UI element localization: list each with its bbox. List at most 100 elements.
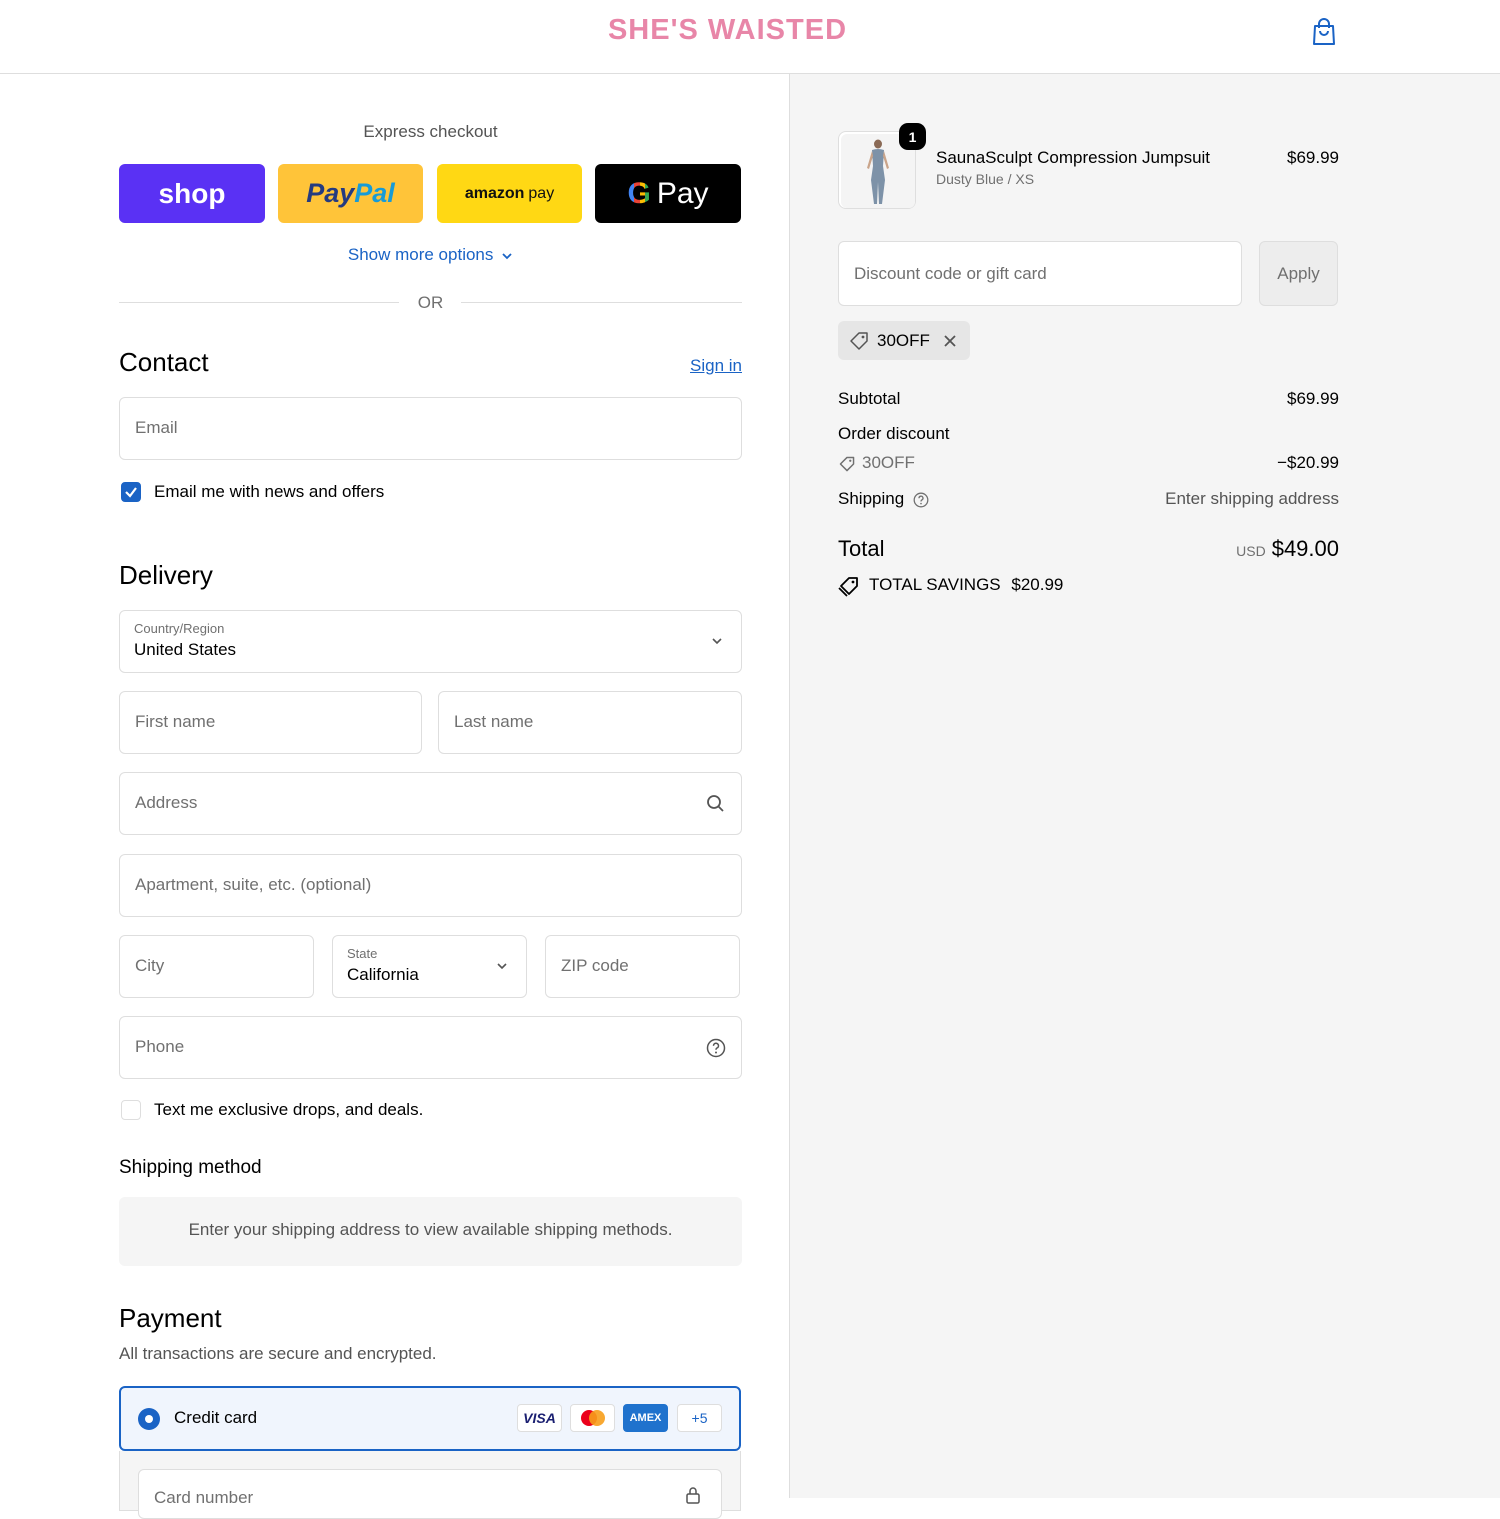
discount-code-label: 30OFF	[862, 453, 915, 472]
product-variant: Dusty Blue / XS	[936, 171, 1035, 187]
amex-icon: AMEX	[623, 1404, 668, 1432]
subtotal-value: $69.99	[1287, 389, 1339, 408]
credit-card-radio[interactable]	[138, 1408, 160, 1430]
help-circle-icon[interactable]	[706, 1038, 726, 1058]
country-label: Country/Region	[134, 621, 225, 636]
shipping-method-message: Enter your shipping address to view avai…	[188, 1220, 673, 1239]
phone-placeholder: Phone	[135, 1037, 185, 1056]
sms-checkbox[interactable]	[121, 1100, 141, 1120]
credit-card-label: Credit card	[174, 1408, 258, 1427]
show-more-label: Show more options	[347, 245, 494, 264]
help-circle-icon[interactable]	[913, 492, 929, 508]
chevron-down-icon	[712, 638, 722, 645]
country-select[interactable]: Country/Region United States	[119, 610, 742, 673]
shipping-method-notice: Enter your shipping address to view avai…	[119, 1197, 742, 1266]
savings-tag-icon	[838, 577, 858, 597]
address-placeholder: Address	[135, 793, 198, 812]
amazon-label: amazon	[464, 184, 525, 202]
tag-icon	[850, 332, 868, 350]
card-number-placeholder: Card number	[154, 1488, 254, 1507]
order-discount-label: Order discount	[838, 424, 950, 443]
total-value: $49.00	[1271, 536, 1339, 561]
amazon-pay-button[interactable]: amazon pay	[437, 164, 582, 223]
tag-icon	[839, 456, 855, 472]
product-thumbnail: 1	[838, 123, 926, 209]
discount-code-field[interactable]: Discount code or gift card	[838, 241, 1242, 306]
lock-icon	[686, 1487, 700, 1504]
paypal-label-b: Pal	[354, 178, 395, 208]
shopping-bag-icon[interactable]	[1310, 17, 1338, 47]
payment-heading: Payment	[119, 1303, 222, 1333]
discount-value: −$20.99	[1277, 453, 1339, 472]
address-field[interactable]: Address	[119, 772, 742, 835]
total-savings: TOTAL SAVINGS $20.99	[869, 575, 1063, 595]
total-label: Total	[838, 536, 885, 561]
sms-checkbox-label: Text me exclusive drops, and deals.	[154, 1100, 424, 1119]
shop-pay-label: shop	[158, 177, 226, 209]
chevron-down-icon	[502, 252, 512, 259]
paypal-label-a: Pay	[306, 178, 355, 208]
visa-icon: VISA	[517, 1404, 562, 1432]
checkmark-icon	[125, 487, 137, 498]
shipping-label: Shipping	[838, 489, 905, 508]
email-field[interactable]: Email	[119, 397, 742, 460]
total-value-group: USD $49.00	[1236, 536, 1339, 562]
country-value: United States	[134, 640, 237, 659]
or-divider-text: OR	[417, 293, 444, 312]
shipping-value: Enter shipping address	[1165, 489, 1339, 508]
delivery-heading: Delivery	[119, 560, 213, 590]
currency-label: USD	[1236, 543, 1266, 559]
credit-card-option[interactable]: Credit card VISA AMEX +5	[119, 1386, 741, 1451]
apartment-field[interactable]: Apartment, suite, etc. (optional)	[119, 854, 742, 917]
chevron-down-icon	[497, 963, 507, 970]
state-select[interactable]: State California	[332, 935, 527, 998]
city-placeholder: City	[135, 956, 165, 975]
more-cards-badge: +5	[677, 1404, 722, 1432]
express-checkout-title: Express checkout	[363, 122, 498, 141]
divider-right	[461, 302, 742, 303]
show-more-options-link[interactable]: Show more options	[119, 245, 742, 265]
zip-placeholder: ZIP code	[561, 956, 629, 975]
phone-field[interactable]: Phone	[119, 1016, 742, 1079]
payment-subtitle: All transactions are secure and encrypte…	[119, 1344, 437, 1363]
store-logo[interactable]: SHE'S WAISTED	[0, 14, 1455, 47]
email-placeholder: Email	[135, 418, 178, 437]
subtotal-label: Subtotal	[838, 389, 901, 408]
search-icon	[707, 795, 724, 812]
quantity-badge: 1	[899, 123, 926, 150]
paypal-button[interactable]: Pay Pal	[278, 164, 423, 223]
first-name-placeholder: First name	[135, 712, 216, 731]
card-number-field[interactable]: Card number	[138, 1469, 722, 1519]
zip-field[interactable]: ZIP code	[545, 935, 740, 998]
card-details-section: Card number	[119, 1451, 741, 1519]
google-g-icon: G	[627, 176, 651, 210]
google-pay-label: Pay	[656, 176, 709, 210]
last-name-field[interactable]: Last name	[438, 691, 742, 754]
contact-heading: Contact	[119, 347, 209, 377]
news-checkbox[interactable]	[121, 482, 141, 502]
applied-code: 30OFF	[877, 331, 930, 350]
close-icon[interactable]	[942, 333, 958, 349]
amazon-pay-label: pay	[528, 184, 555, 202]
site-header: SHE'S WAISTED	[0, 0, 1500, 74]
savings-label: TOTAL SAVINGS	[869, 575, 1001, 594]
applied-discount-chip: 30OFF	[838, 321, 970, 360]
shipping-method-heading: Shipping method	[119, 1157, 262, 1178]
state-label: State	[347, 946, 378, 961]
discount-placeholder: Discount code or gift card	[854, 264, 1047, 283]
first-name-field[interactable]: First name	[119, 691, 422, 754]
apply-label: Apply	[1277, 263, 1320, 283]
city-field[interactable]: City	[119, 935, 314, 998]
mastercard-icon	[570, 1404, 615, 1432]
shop-pay-button[interactable]: shop	[119, 164, 265, 223]
google-pay-button[interactable]: G Pay	[595, 164, 741, 223]
savings-value: $20.99	[1011, 575, 1064, 594]
state-value: California	[347, 965, 419, 984]
product-price: $69.99	[1287, 148, 1339, 167]
news-checkbox-label: Email me with news and offers	[154, 482, 385, 501]
last-name-placeholder: Last name	[454, 712, 534, 731]
product-name: SaunaSculpt Compression Jumpsuit	[936, 148, 1211, 167]
apartment-placeholder: Apartment, suite, etc. (optional)	[135, 875, 372, 894]
sign-in-link[interactable]: Sign in	[690, 356, 742, 376]
apply-button[interactable]: Apply	[1259, 241, 1338, 306]
